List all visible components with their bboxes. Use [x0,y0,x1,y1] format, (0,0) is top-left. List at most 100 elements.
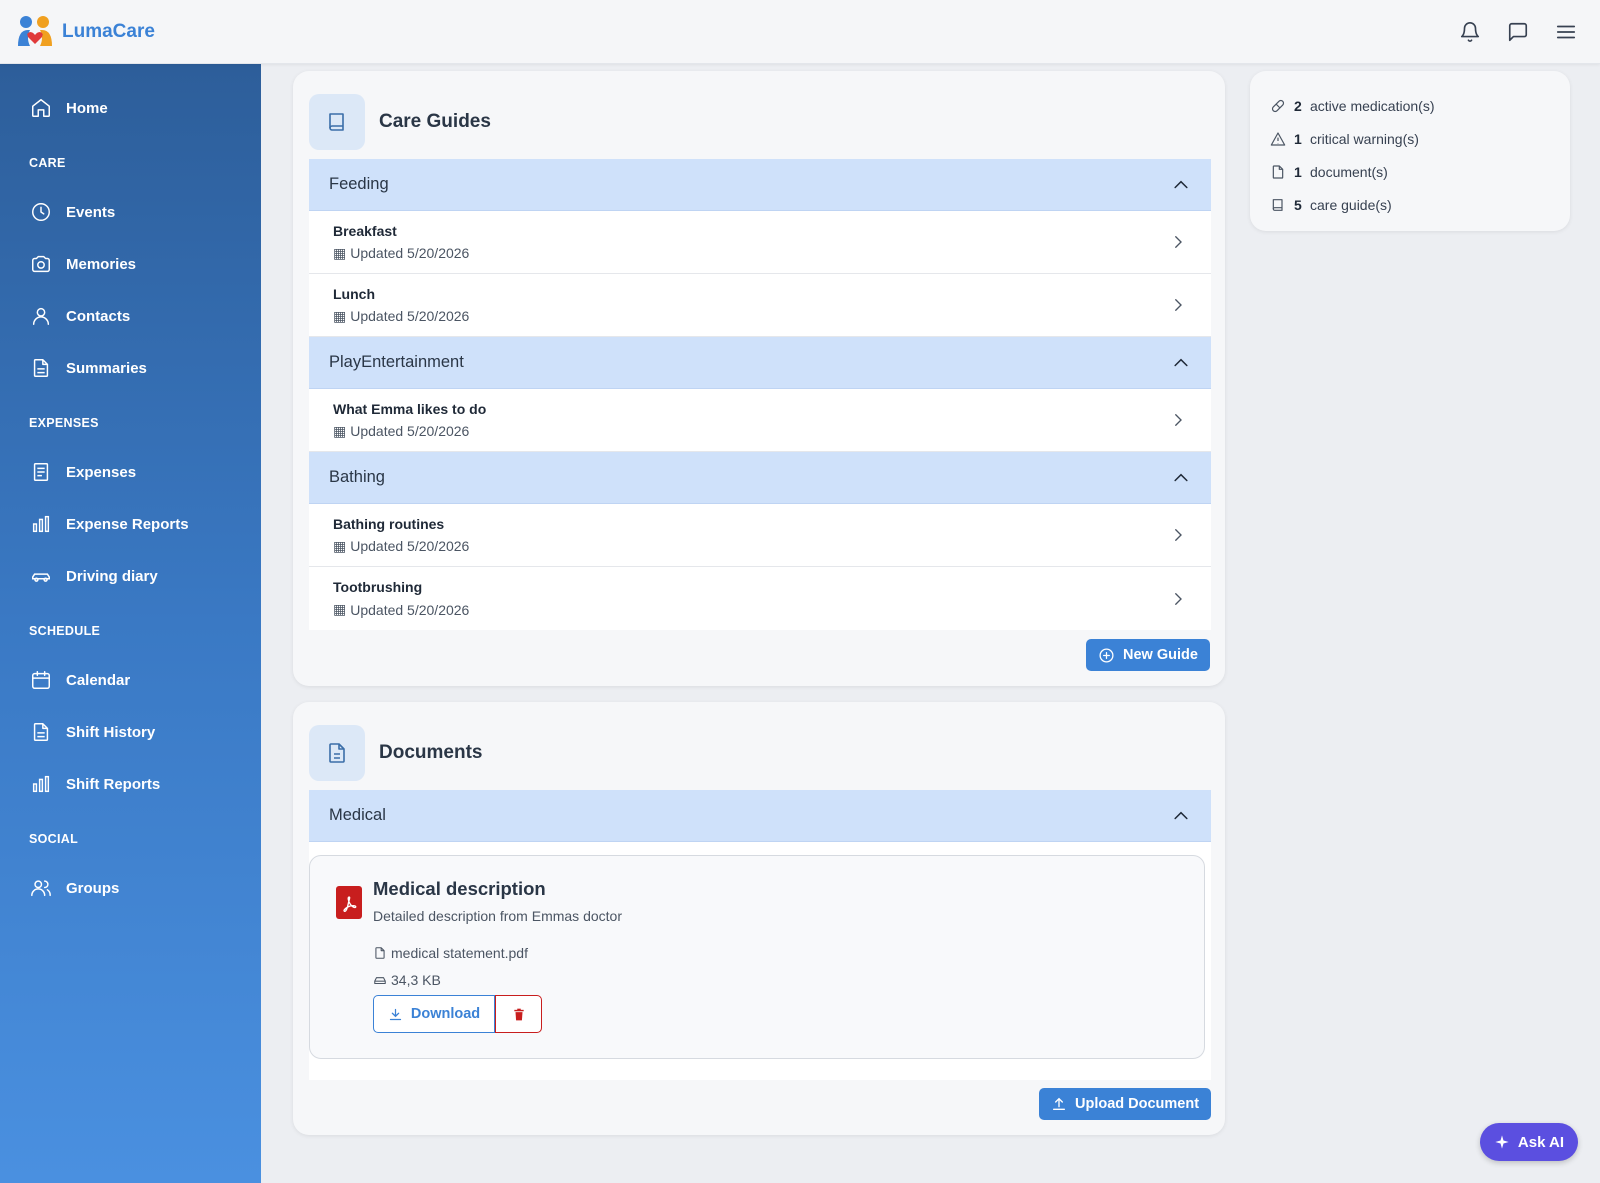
sidebar-item-calendar[interactable]: Calendar [0,654,261,706]
sidebar-item-label: Groups [66,879,120,897]
clock-icon [32,203,50,221]
sidebar-item-memories[interactable]: Memories [0,238,261,290]
sidebar-item-summaries[interactable]: Summaries [0,342,261,394]
care-guides-card: Care Guides Feeding Breakfast ▦ Updated 5… [293,71,1225,686]
chevron-right-icon [1175,592,1182,605]
stat-count: 5 [1294,196,1302,213]
sidebar-item-expenses[interactable]: Expenses [0,446,261,498]
guide-group-feeding[interactable]: Feeding [309,159,1211,211]
stat-label: document(s) [1310,163,1388,180]
file-icon [375,947,385,959]
guide-updated: Updated 5/20/2026 [350,245,470,261]
sidebar-item-shift-reports[interactable]: Shift Reports [0,758,261,810]
delete-button[interactable] [495,995,542,1033]
guide-group-play[interactable]: PlayEntertainment [309,337,1211,389]
sidebar-item-events[interactable]: Events [0,186,261,238]
guide-title: What Emma likes to do [333,400,487,417]
hard-drive-icon [374,977,386,985]
card-title: Documents [379,742,483,763]
download-button[interactable]: Download [373,995,495,1033]
document-icon [33,723,49,741]
guide-title: Tootbrushing [333,579,423,595]
sidebar-item-label: Driving diary [66,567,158,585]
sidebar-item-label: Events [66,203,116,221]
stat-medications: 2 active medication(s) [1270,89,1570,122]
new-guide-button[interactable]: New Guide [1086,639,1210,671]
sidebar-item-label: Memories [66,255,137,273]
stat-count: 1 [1294,163,1302,180]
guide-updated: Updated 5/20/2026 [350,308,470,324]
pdf-icon [336,886,362,919]
guide-title: Breakfast [333,222,397,239]
document-filename: medical statement.pdf [391,945,528,961]
sidebar-item-label: Expenses [66,463,137,481]
document-item: Medical description Detailed description… [309,855,1205,1059]
guide-row[interactable]: What Emma likes to do ▦ Updated 5/20/2026 [309,389,1211,452]
card-title: Care Guides [379,111,491,132]
menu-icon[interactable] [1554,20,1578,44]
stat-documents: 1 document(s) [1270,155,1570,188]
sidebar-item-label: Shift History [66,723,156,741]
trash-icon [513,1008,524,1020]
sidebar-item-groups[interactable]: Groups [0,862,261,914]
guide-title: Bathing routines [333,515,445,532]
chat-icon[interactable] [1506,20,1530,44]
sidebar-item-label: Home [66,99,108,117]
sidebar-item-contacts[interactable]: Contacts [0,290,261,342]
sidebar-item-shift-history[interactable]: Shift History [0,706,261,758]
sidebar-item-expense-reports[interactable]: Expense Reports [0,498,261,550]
guide-updated: Updated 5/20/2026 [350,538,470,554]
upload-document-button[interactable]: Upload Document [1039,1088,1212,1120]
group-label: Bathing [329,468,385,486]
chevron-right-icon [1175,529,1182,541]
calendar-icon [32,671,50,689]
calendar-small-icon: ▦ [333,244,347,261]
stat-count: 1 [1294,130,1302,147]
group-label: Feeding [329,175,389,193]
sidebar-section-expenses: EXPENSES [29,416,99,430]
bell-icon[interactable] [1458,20,1482,44]
guide-group-bathing[interactable]: Bathing [309,452,1211,504]
stat-label: care guide(s) [1310,196,1392,213]
stat-guides: 5 care guide(s) [1270,188,1570,221]
ask-ai-button[interactable]: Ask AI [1480,1123,1578,1161]
book-icon [1272,198,1283,211]
chevron-right-icon [1175,414,1182,426]
guide-row[interactable]: Lunch ▦ Updated 5/20/2026 [309,274,1211,337]
sidebar-item-label: Shift Reports [66,775,161,793]
top-bar: LumaCare [0,0,1600,64]
warning-icon [1270,131,1286,146]
guide-row[interactable]: Tootbrushing ▦ Updated 5/20/2026 [309,567,1211,630]
group-label: Medical [329,806,386,824]
guide-updated: Updated 5/20/2026 [350,601,470,618]
download-icon [389,1008,401,1020]
sidebar-item-driving-diary[interactable]: Driving diary [0,550,261,602]
sidebar-item-label: Expense Reports [66,515,189,533]
sidebar-item-label: Calendar [66,671,131,689]
sidebar-section-social: SOCIAL [29,832,79,846]
stat-label: critical warning(s) [1310,130,1419,147]
sidebar-section-schedule: SCHEDULE [29,624,101,638]
sidebar: Home CARE Events Memories Contacts Summa… [0,64,261,1183]
user-icon [32,307,50,325]
guide-row[interactable]: Bathing routines ▦ Updated 5/20/2026 [309,504,1211,567]
plus-circle-icon [1099,647,1114,663]
chevron-right-icon [1175,236,1182,248]
chevron-up-icon [1174,358,1188,366]
document-description: Detailed description from Emmas doctor [373,908,622,924]
stat-label: active medication(s) [1310,97,1435,114]
bar-chart-icon [32,515,50,533]
calendar-small-icon: ▦ [333,537,347,554]
file-text-icon [309,725,365,781]
sidebar-section-care: CARE [29,156,66,170]
calendar-small-icon: ▦ [333,422,347,439]
guide-row[interactable]: Breakfast ▦ Updated 5/20/2026 [309,211,1211,274]
file-icon [1272,164,1284,179]
car-icon [32,573,50,582]
sidebar-item-label: Contacts [66,307,131,325]
sidebar-item-home[interactable]: Home [0,82,261,134]
group-label: PlayEntertainment [329,353,464,371]
brand[interactable]: LumaCare [16,14,155,50]
document-group-medical[interactable]: Medical [309,790,1211,842]
calendar-small-icon: ▦ [333,601,347,617]
